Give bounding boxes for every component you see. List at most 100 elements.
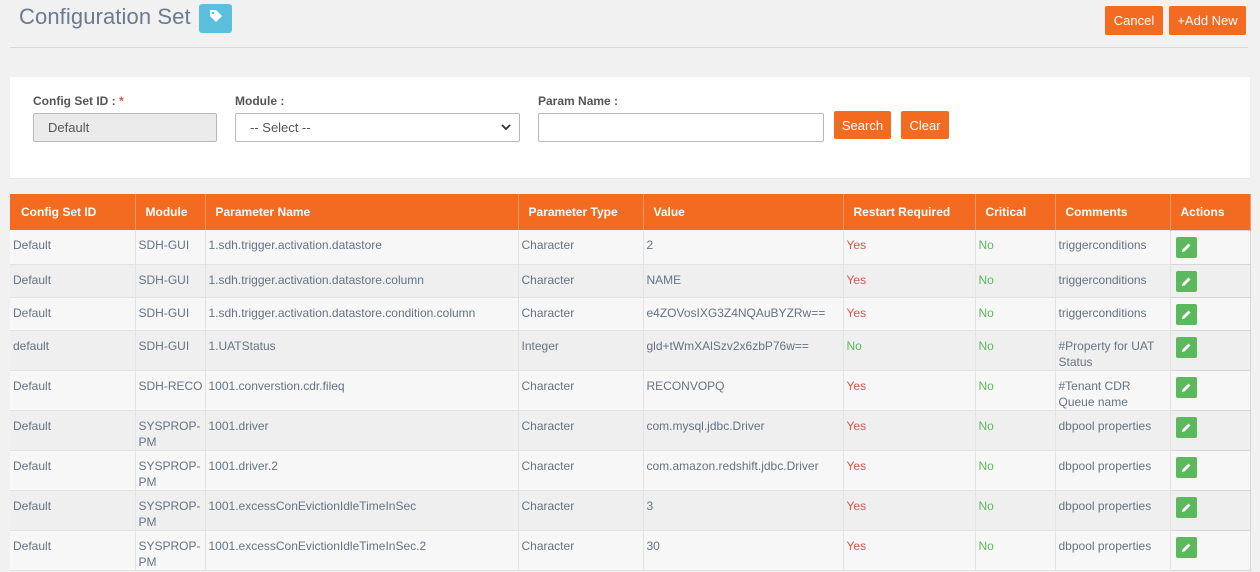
- tag-icon: [209, 9, 223, 28]
- cell-comments: triggerconditions: [1055, 230, 1171, 265]
- param-name-input[interactable]: [538, 113, 824, 142]
- cell-critical: No: [975, 450, 1056, 491]
- edit-button[interactable]: [1175, 496, 1197, 518]
- add-new-button[interactable]: +Add New: [1169, 6, 1246, 35]
- column-header[interactable]: Module: [135, 194, 206, 230]
- cell-comments: dbpool properties: [1055, 490, 1171, 531]
- table-row: Default SYSPROP-PM 1001.excessConEvictio…: [10, 489, 1251, 531]
- edit-button[interactable]: [1175, 456, 1197, 478]
- cell-actions: [1169, 409, 1251, 451]
- cell-parameter-name: 1.sdh.trigger.activation.datastore: [205, 230, 519, 265]
- cell-critical: No: [975, 410, 1056, 451]
- column-header[interactable]: Config Set ID: [10, 194, 136, 230]
- cell-parameter-name: 1.UATStatus: [205, 330, 519, 371]
- column-header[interactable]: Critical: [975, 194, 1056, 230]
- cell-parameter-name: 1001.excessConEvictionIdleTimeInSec.2: [205, 530, 519, 571]
- cell-comments: dbpool properties: [1055, 530, 1171, 571]
- cell-parameter-type: Character: [518, 264, 644, 298]
- edit-button[interactable]: [1175, 236, 1197, 258]
- cell-value: 30: [643, 530, 844, 571]
- column-header[interactable]: Comments: [1055, 194, 1171, 230]
- pencil-icon: [1181, 503, 1190, 512]
- tag-button[interactable]: [199, 4, 232, 33]
- clear-button[interactable]: Clear: [901, 111, 949, 139]
- module-select[interactable]: -- Select --: [235, 113, 520, 142]
- column-header[interactable]: Parameter Name: [205, 194, 519, 230]
- cell-config-set-id: Default: [10, 450, 136, 491]
- pencil-icon: [1181, 383, 1190, 392]
- cell-parameter-type: Character: [518, 450, 644, 491]
- header-divider: [10, 47, 1248, 48]
- cell-restart-required: Yes: [843, 410, 976, 451]
- cell-actions: [1169, 229, 1251, 265]
- cell-module: SDH-GUI: [135, 297, 206, 331]
- cell-value: 2: [643, 230, 844, 265]
- cell-config-set-id: Default: [10, 297, 136, 331]
- cell-actions: [1169, 263, 1251, 298]
- cell-comments: #Property for UAT Status: [1055, 330, 1171, 371]
- config-set-id-label-text: Config Set ID :: [33, 94, 116, 108]
- cell-comments: dbpool properties: [1055, 410, 1171, 451]
- search-button[interactable]: Search: [834, 111, 891, 139]
- edit-button[interactable]: [1175, 416, 1197, 438]
- table-row: Default SDH-GUI 1.sdh.trigger.activation…: [10, 263, 1251, 298]
- config-set-id-field[interactable]: Default: [33, 113, 217, 142]
- cell-module: SDH-GUI: [135, 264, 206, 298]
- cell-module: SYSPROP-PM: [135, 410, 206, 451]
- cell-restart-required: No: [843, 330, 976, 371]
- edit-button[interactable]: [1175, 376, 1197, 398]
- cell-parameter-type: Integer: [518, 330, 644, 371]
- param-name-label: Param Name :: [538, 94, 619, 108]
- cell-restart-required: Yes: [843, 370, 976, 411]
- cell-actions: [1169, 489, 1251, 531]
- cell-value: 3: [643, 490, 844, 531]
- module-label: Module :: [235, 94, 285, 108]
- cell-module: SDH-GUI: [135, 330, 206, 371]
- edit-button[interactable]: [1175, 336, 1197, 358]
- cell-config-set-id: Default: [10, 490, 136, 531]
- column-header[interactable]: Restart Required: [843, 194, 976, 230]
- cell-parameter-type: Character: [518, 410, 644, 451]
- required-mark: *: [119, 94, 124, 108]
- cell-parameter-name: 1001.converstion.cdr.fileq: [205, 370, 519, 411]
- cell-critical: No: [975, 297, 1056, 331]
- column-header[interactable]: Value: [643, 194, 844, 230]
- cell-critical: No: [975, 530, 1056, 571]
- filter-panel: Config Set ID : * Default Module : -- Se…: [10, 77, 1250, 179]
- cancel-button[interactable]: Cancel: [1105, 6, 1163, 35]
- cell-config-set-id: Default: [10, 264, 136, 298]
- cell-actions: [1169, 329, 1251, 371]
- config-set-id-label: Config Set ID : *: [33, 94, 124, 108]
- cell-parameter-type: Character: [518, 490, 644, 531]
- cell-restart-required: Yes: [843, 264, 976, 298]
- cell-config-set-id: Default: [10, 370, 136, 411]
- cell-restart-required: Yes: [843, 230, 976, 265]
- cell-config-set-id: Default: [10, 530, 136, 571]
- cell-parameter-name: 1001.excessConEvictionIdleTimeInSec: [205, 490, 519, 531]
- pencil-icon: [1181, 343, 1190, 352]
- table-header-row: Config Set ID Module Parameter Name Para…: [10, 194, 1251, 230]
- table-row: Default SDH-GUI 1.sdh.trigger.activation…: [10, 296, 1251, 331]
- edit-button[interactable]: [1175, 270, 1197, 292]
- cell-actions: [1169, 369, 1251, 411]
- cell-parameter-type: Character: [518, 297, 644, 331]
- table-row: Default SYSPROP-PM 1001.excessConEvictio…: [10, 529, 1251, 571]
- page-header: Configuration Set Cancel +Add New: [0, 0, 1260, 48]
- cell-parameter-name: 1001.driver: [205, 410, 519, 451]
- cell-actions: [1169, 296, 1251, 331]
- cell-actions: [1169, 449, 1251, 491]
- cell-restart-required: Yes: [843, 297, 976, 331]
- column-header[interactable]: Parameter Type: [518, 194, 644, 230]
- pencil-icon: [1181, 310, 1190, 319]
- cell-comments: triggerconditions: [1055, 297, 1171, 331]
- edit-button[interactable]: [1175, 536, 1197, 558]
- pencil-icon: [1181, 243, 1190, 252]
- config-table: Config Set ID Module Parameter Name Para…: [10, 194, 1251, 571]
- edit-button[interactable]: [1175, 303, 1197, 325]
- cell-restart-required: Yes: [843, 490, 976, 531]
- cell-critical: No: [975, 490, 1056, 531]
- cell-critical: No: [975, 370, 1056, 411]
- cell-parameter-type: Character: [518, 530, 644, 571]
- table-row: Default SYSPROP-PM 1001.driver Character…: [10, 409, 1251, 451]
- pencil-icon: [1181, 423, 1190, 432]
